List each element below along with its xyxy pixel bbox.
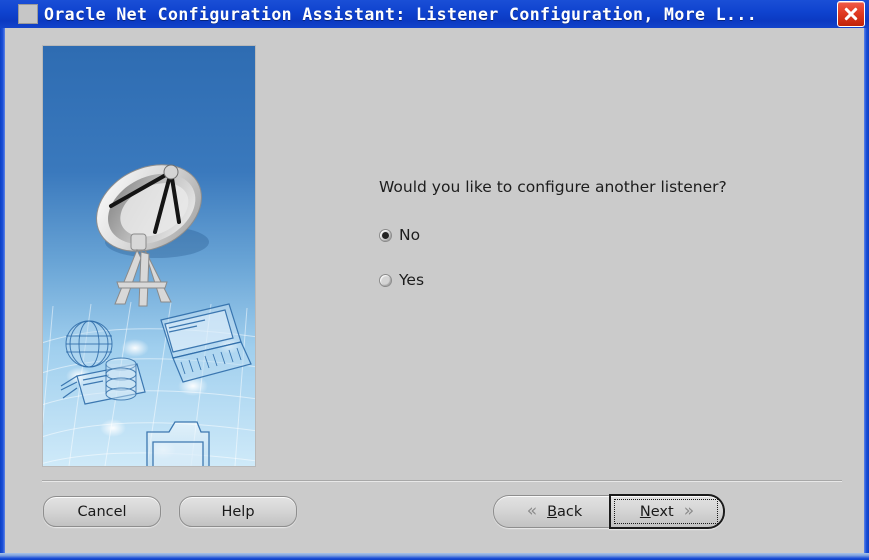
back-button-label-rest: ack: [557, 503, 583, 520]
back-button-label: Back: [547, 504, 582, 520]
dialog-client-area: Would you like to configure another list…: [5, 28, 864, 553]
back-button[interactable]: « Back: [493, 495, 611, 528]
radio-option-no[interactable]: No: [379, 226, 420, 244]
help-button-label: Help: [221, 503, 255, 520]
next-button[interactable]: Next »: [609, 494, 725, 529]
satellite-dish-network-illustration: [42, 45, 256, 467]
app-icon: [18, 4, 38, 24]
chevron-left-double-icon: «: [526, 501, 538, 521]
close-icon[interactable]: [837, 1, 865, 27]
footer-separator: [42, 480, 842, 482]
next-button-mnemonic: N: [639, 503, 651, 520]
cancel-button-label: Cancel: [77, 503, 127, 520]
window-title: Oracle Net Configuration Assistant: List…: [44, 4, 758, 24]
radio-option-yes-label: Yes: [399, 271, 425, 289]
chevron-right-double-icon: »: [683, 501, 695, 521]
next-button-label: Next: [640, 504, 674, 520]
cancel-button[interactable]: Cancel: [43, 496, 161, 527]
title-bar: Oracle Net Configuration Assistant: List…: [0, 0, 869, 28]
radio-button-yes-icon[interactable]: [379, 273, 392, 287]
radio-button-no-icon[interactable]: [379, 228, 392, 242]
configure-another-listener-panel: Would you like to configure another list…: [379, 178, 839, 316]
next-button-label-rest: ext: [650, 503, 674, 520]
footer-navigation-buttons: « Back Next »: [493, 494, 725, 529]
radio-option-no-label: No: [399, 226, 421, 244]
page-title: Would you like to configure another list…: [379, 178, 727, 196]
help-button[interactable]: Help: [179, 496, 297, 527]
footer-left-buttons: Cancel Help: [43, 496, 297, 527]
application-window: Oracle Net Configuration Assistant: List…: [0, 0, 869, 560]
radio-option-yes[interactable]: Yes: [379, 271, 424, 289]
window-border-right: [864, 28, 869, 560]
back-button-mnemonic: B: [547, 503, 558, 520]
window-border-bottom: [0, 553, 869, 560]
